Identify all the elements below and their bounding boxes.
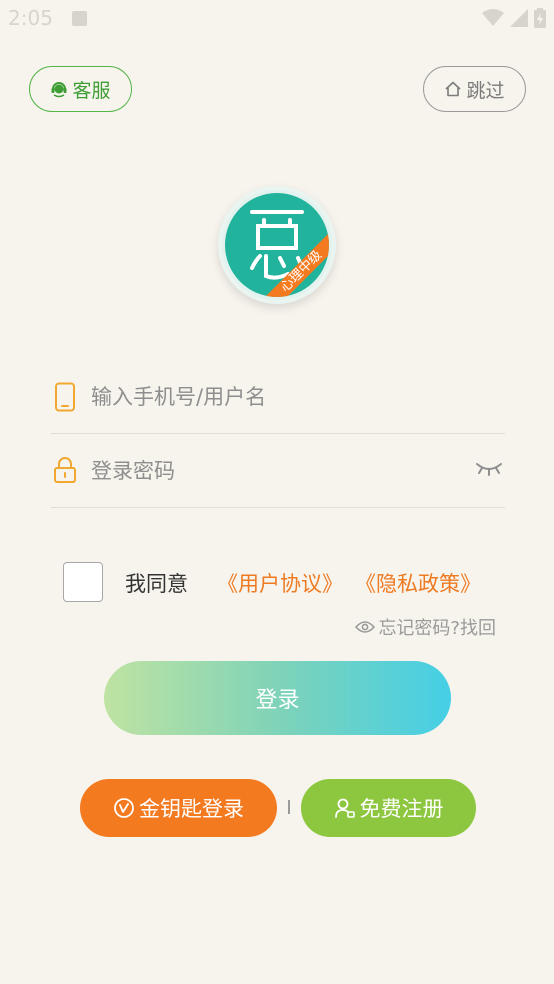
lock-icon: [54, 457, 76, 483]
register-label: 免费注册: [359, 797, 444, 821]
notification-icon: [72, 11, 87, 26]
privacy-policy-link[interactable]: 《隐私政策》: [355, 568, 481, 598]
status-time: 2:05: [8, 6, 53, 30]
forgot-password-label: 忘记密码?找回: [378, 618, 496, 639]
phone-icon: [55, 382, 75, 412]
status-icons: [482, 8, 546, 28]
login-button[interactable]: 登录: [104, 661, 451, 735]
signal-icon: [510, 9, 528, 27]
agree-checkbox[interactable]: [63, 562, 103, 602]
phone-input[interactable]: [91, 376, 461, 418]
forgot-password-link[interactable]: 忘记密码?找回: [355, 614, 496, 640]
app-logo: 心理中级: [218, 186, 336, 304]
home-icon: [445, 81, 462, 97]
button-divider: [288, 800, 290, 814]
key-icon: [114, 798, 134, 818]
headset-icon: [51, 82, 67, 98]
golden-key-label: 金钥匙登录: [139, 797, 244, 821]
status-bar: 2:05: [0, 0, 554, 38]
service-label: 客服: [72, 79, 111, 102]
eye-closed-icon[interactable]: [475, 460, 503, 476]
user-add-icon: [334, 798, 355, 818]
eye-icon: [355, 621, 376, 633]
register-button[interactable]: 免费注册: [301, 779, 476, 837]
agree-text: 我同意: [125, 572, 188, 596]
password-field-row: [51, 436, 505, 508]
agreement-row: 我同意 《用户协议》 《隐私政策》: [63, 562, 523, 602]
golden-key-login-button[interactable]: 金钥匙登录: [80, 779, 277, 837]
wifi-icon: [482, 9, 504, 26]
battery-icon: [534, 8, 546, 28]
phone-field-row: [51, 362, 505, 434]
password-input[interactable]: [91, 450, 461, 492]
service-button[interactable]: 客服: [29, 66, 132, 112]
skip-button[interactable]: 跳过: [423, 66, 526, 112]
user-agreement-link[interactable]: 《用户协议》: [217, 568, 343, 598]
skip-label: 跳过: [466, 79, 505, 102]
